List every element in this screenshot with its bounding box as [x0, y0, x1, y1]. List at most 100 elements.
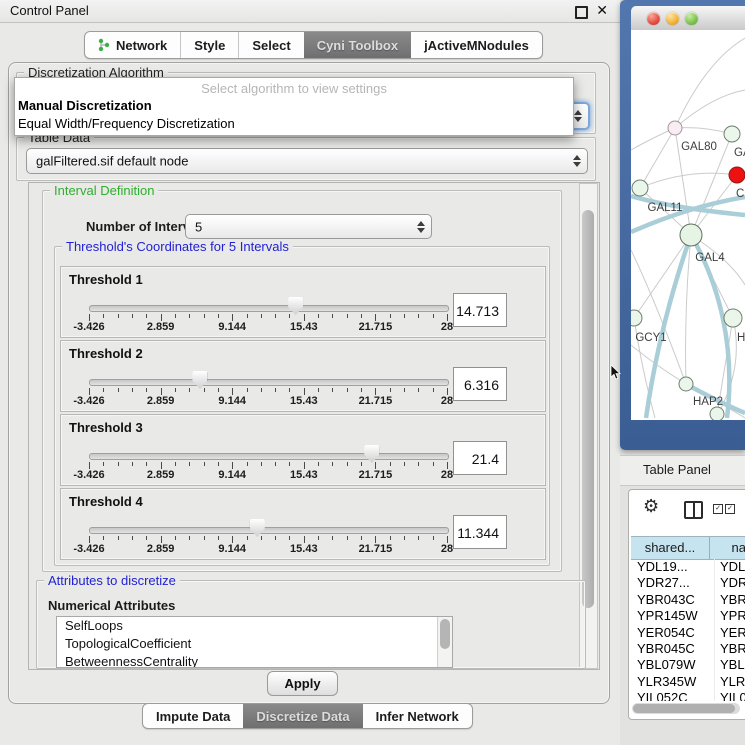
close-icon[interactable]: ✕: [596, 2, 608, 19]
slider-track[interactable]: [89, 379, 449, 386]
combobox-stepper-icon[interactable]: [573, 155, 580, 167]
float-window-icon[interactable]: [575, 6, 588, 19]
tab-style[interactable]: Style: [180, 32, 238, 58]
tab-cyni-toolbox[interactable]: Cyni Toolbox: [304, 32, 411, 58]
slider-track[interactable]: [89, 305, 449, 312]
table-row[interactable]: YBR043CYBR0: [631, 592, 745, 608]
cell-shared-name[interactable]: YBL079W: [631, 657, 715, 673]
threshold-value-field[interactable]: 14.713: [453, 293, 507, 327]
apply-button[interactable]: Apply: [267, 671, 338, 696]
cell-name[interactable]: YLR3: [715, 674, 745, 690]
horizontal-scrollbar[interactable]: [632, 703, 740, 714]
combobox-stepper-icon[interactable]: [417, 221, 424, 233]
threshold-value-field[interactable]: 6.316: [453, 367, 507, 401]
cell-shared-name[interactable]: YIL052C: [631, 690, 715, 701]
network-edge[interactable]: [675, 38, 745, 128]
table-row[interactable]: YLR345WYLR3: [631, 674, 745, 690]
table-row[interactable]: YIL052CYIL0: [631, 690, 745, 701]
checkbox-icon[interactable]: ✓: [725, 504, 735, 514]
threshold-value-field[interactable]: 21.4: [453, 441, 507, 475]
slider-track[interactable]: [89, 527, 449, 534]
scrollbar-thumb[interactable]: [582, 210, 594, 608]
slider-tick: [89, 314, 90, 321]
tab-select[interactable]: Select: [238, 32, 303, 58]
scrollbar-thumb[interactable]: [440, 619, 450, 649]
cell-name[interactable]: YER0: [715, 625, 745, 641]
tab-infer-network[interactable]: Infer Network: [363, 704, 472, 728]
slider-handle[interactable]: [192, 371, 207, 389]
cell-shared-name[interactable]: YPR145W: [631, 608, 715, 624]
slider-tick-label: 21.715: [359, 395, 393, 407]
gear-icon[interactable]: ⚙: [643, 496, 659, 517]
cell-name[interactable]: YIL0: [715, 690, 745, 701]
tab-jactivemnodules[interactable]: jActiveMNodules: [411, 32, 542, 58]
table-data-value: galFiltered.sif default node: [36, 154, 188, 169]
network-node-ga[interactable]: [724, 126, 740, 142]
table-row[interactable]: YER054CYER0: [631, 625, 745, 641]
tab-impute-data[interactable]: Impute Data: [143, 704, 243, 728]
table-data-combobox[interactable]: galFiltered.sif default node: [26, 148, 588, 174]
network-edge[interactable]: [675, 90, 745, 128]
network-node-c[interactable]: [729, 167, 745, 183]
attribute-list-item[interactable]: BetweennessCentrality: [57, 653, 452, 668]
cell-name[interactable]: YBR0: [715, 592, 745, 608]
cell-name[interactable]: YDR2: [715, 575, 745, 591]
cell-shared-name[interactable]: YER054C: [631, 625, 715, 641]
slider-tick: [361, 314, 362, 318]
cell-shared-name[interactable]: YLR345W: [631, 674, 715, 690]
tab-network[interactable]: Network: [85, 32, 180, 58]
table-row[interactable]: YPR145WYPR1: [631, 608, 745, 624]
cell-shared-name[interactable]: YBR045C: [631, 641, 715, 657]
network-edge[interactable]: [634, 235, 691, 318]
slider-handle[interactable]: [250, 519, 265, 537]
table-row[interactable]: YBL079WYBL0: [631, 657, 745, 673]
network-edge[interactable]: [675, 128, 732, 134]
number-of-intervals-combobox[interactable]: 5: [185, 214, 432, 239]
tab-label: Infer Network: [376, 709, 459, 724]
network-node-h[interactable]: [724, 309, 742, 327]
cell-name[interactable]: YBL0: [715, 657, 745, 673]
column-header-shared-name[interactable]: shared...: [631, 537, 710, 559]
cell-shared-name[interactable]: YDL19...: [631, 559, 715, 575]
list-scrollbar[interactable]: [437, 617, 452, 667]
network-node-gcy1[interactable]: [631, 310, 642, 326]
table-row[interactable]: YDR27...YDR2: [631, 575, 745, 591]
scrollbar-thumb[interactable]: [633, 704, 735, 713]
cell-name[interactable]: YBR0: [715, 641, 745, 657]
network-node-gal4[interactable]: [680, 224, 702, 246]
network-edge[interactable]: [640, 173, 737, 188]
close-traffic-light-icon[interactable]: [647, 12, 660, 25]
network-edge[interactable]: [686, 235, 691, 384]
minimize-traffic-light-icon[interactable]: [666, 12, 679, 25]
network-node-gal80[interactable]: [668, 121, 682, 135]
slider-handle[interactable]: [364, 445, 379, 463]
table-row[interactable]: YBR045CYBR0: [631, 641, 745, 657]
attribute-list-item[interactable]: TopologicalCoefficient: [57, 635, 452, 653]
popup-option-manual[interactable]: Manual Discretization: [18, 98, 152, 113]
slider-track[interactable]: [89, 453, 449, 460]
node-label: HAP2: [693, 396, 723, 408]
network-graph[interactable]: GAL80GACGAL11GAL4GCY1HHAP2: [631, 30, 745, 420]
threshold-value-field[interactable]: 11.344: [453, 515, 507, 549]
attribute-list-item[interactable]: SelfLoops: [57, 617, 452, 635]
numerical-attributes-list[interactable]: SelfLoopsTopologicalCoefficientBetweenne…: [56, 616, 453, 668]
popup-option-equal-width[interactable]: Equal Width/Frequency Discretization: [18, 116, 235, 131]
network-node-gal11[interactable]: [632, 180, 648, 196]
slider-tick: [103, 388, 104, 392]
network-window-titlebar[interactable]: [631, 6, 745, 31]
tab-discretize-data[interactable]: Discretize Data: [243, 704, 362, 728]
cell-shared-name[interactable]: YDR27...: [631, 575, 715, 591]
network-edge[interactable]: [640, 128, 675, 188]
split-view-icon[interactable]: [684, 501, 703, 519]
cell-name[interactable]: YDL1: [715, 559, 745, 575]
cell-shared-name[interactable]: YBR043C: [631, 592, 715, 608]
network-node[interactable]: [710, 407, 724, 420]
zoom-traffic-light-icon[interactable]: [685, 12, 698, 25]
combobox-stepper-icon[interactable]: [574, 110, 581, 122]
table-row[interactable]: YDL19...YDL1: [631, 559, 745, 575]
network-node-hap2[interactable]: [679, 377, 693, 391]
slider-handle[interactable]: [288, 297, 303, 315]
column-header-name[interactable]: na: [710, 537, 745, 559]
cell-name[interactable]: YPR1: [715, 608, 745, 624]
checkbox-icon[interactable]: ✓: [713, 504, 723, 514]
